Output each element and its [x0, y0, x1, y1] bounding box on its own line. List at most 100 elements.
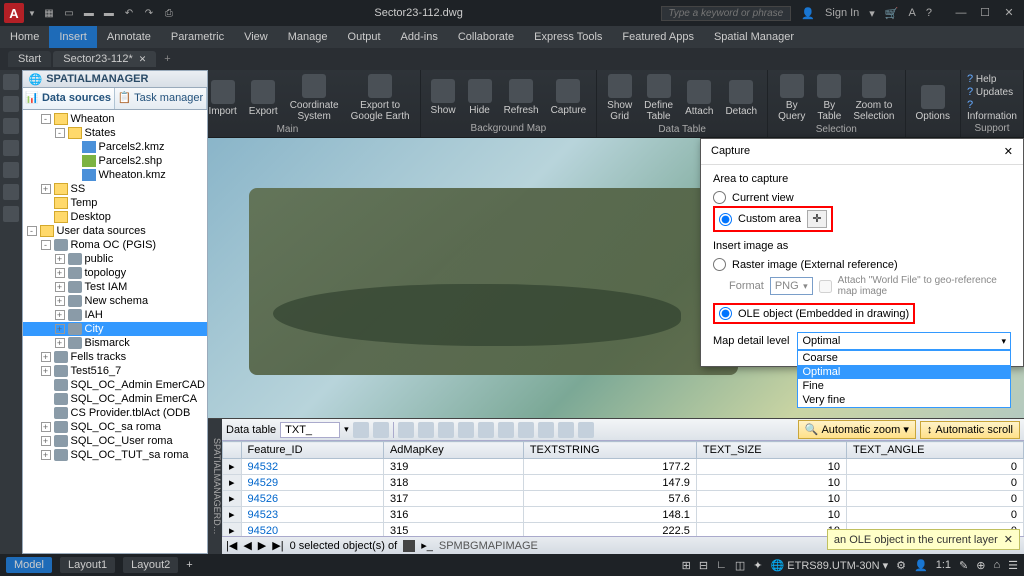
- zoom-icon[interactable]: [478, 422, 494, 438]
- status-crs[interactable]: 🌐 ETRS89.UTM-30N ▾: [771, 559, 889, 572]
- tool-icon[interactable]: [3, 162, 19, 178]
- radio-raster[interactable]: [713, 258, 726, 271]
- tree-item[interactable]: +IAH: [23, 308, 208, 322]
- tree-item[interactable]: +City: [23, 322, 208, 336]
- menu-view[interactable]: View: [234, 26, 278, 48]
- tree-item[interactable]: +Test IAM: [23, 280, 208, 294]
- ribbon-btn-detach[interactable]: Detach: [721, 78, 761, 119]
- menu-add-ins[interactable]: Add-ins: [391, 26, 448, 48]
- plot-icon[interactable]: ⎙: [162, 6, 176, 20]
- select-icon[interactable]: [418, 422, 434, 438]
- expand-icon[interactable]: -: [55, 128, 65, 138]
- col-header[interactable]: TEXT_ANGLE: [846, 442, 1023, 459]
- signin-icon[interactable]: 👤: [801, 7, 815, 20]
- help-link-help[interactable]: ? Help: [967, 73, 1017, 85]
- first-icon[interactable]: |◀: [226, 539, 237, 552]
- data-source-tree[interactable]: -Wheaton-StatesParcels2.kmzParcels2.shpW…: [22, 110, 209, 554]
- expand-icon[interactable]: +: [55, 324, 65, 334]
- expand-icon[interactable]: +: [41, 352, 51, 362]
- close-button[interactable]: ✕: [998, 4, 1020, 22]
- undo-icon[interactable]: ↶: [122, 6, 136, 20]
- menu-manage[interactable]: Manage: [278, 26, 338, 48]
- tool-icon[interactable]: [3, 184, 19, 200]
- status-icon[interactable]: ◫: [735, 559, 745, 572]
- ribbon-btn-show[interactable]: Show: [427, 77, 460, 118]
- expand-icon[interactable]: +: [41, 366, 51, 376]
- ribbon-btn-show-grid[interactable]: Show Grid: [603, 72, 636, 124]
- clear-icon[interactable]: [438, 422, 454, 438]
- expand-icon[interactable]: +: [41, 450, 51, 460]
- tab-sector23[interactable]: Sector23-112*✕: [53, 51, 156, 67]
- open-icon[interactable]: ▭: [62, 6, 76, 20]
- tree-item[interactable]: +topology: [23, 266, 208, 280]
- layer-select[interactable]: TXT_: [280, 422, 340, 438]
- help-icon[interactable]: ?: [926, 7, 932, 19]
- col-icon[interactable]: [498, 422, 514, 438]
- drawing-area[interactable]: Capture ✕ Area to capture Current view C…: [208, 138, 1024, 554]
- prev-icon[interactable]: ◀: [243, 539, 251, 552]
- menu-featured-apps[interactable]: Featured Apps: [612, 26, 704, 48]
- expand-icon[interactable]: -: [41, 114, 51, 124]
- radio-current-view[interactable]: [713, 191, 726, 204]
- minimize-button[interactable]: —: [950, 4, 972, 22]
- autodesk-icon[interactable]: A: [909, 7, 916, 19]
- app-menu-arrow[interactable]: ▼: [28, 9, 36, 18]
- auto-scroll-button[interactable]: ↕ Automatic scroll: [920, 421, 1020, 439]
- tree-item[interactable]: Desktop: [23, 210, 208, 224]
- tree-item[interactable]: +SQL_OC_sa roma: [23, 420, 208, 434]
- expand-icon[interactable]: +: [55, 254, 65, 264]
- col-header[interactable]: TEXT_SIZE: [696, 442, 846, 459]
- status-icon[interactable]: 👤: [914, 559, 928, 572]
- ribbon-btn-export-to-google-earth[interactable]: Export to Google Earth: [347, 72, 414, 124]
- table-icon[interactable]: [373, 422, 389, 438]
- add-layout-icon[interactable]: +: [186, 559, 192, 571]
- help-link-updates[interactable]: ? Updates: [967, 86, 1017, 98]
- sync-icon[interactable]: ▾: [869, 7, 875, 20]
- status-icon[interactable]: ☰: [1008, 559, 1018, 572]
- menu-parametric[interactable]: Parametric: [161, 26, 234, 48]
- opts-icon[interactable]: [578, 422, 594, 438]
- status-icon[interactable]: ⌂: [993, 559, 1000, 571]
- maximize-button[interactable]: ☐: [974, 4, 996, 22]
- tree-item[interactable]: Parcels2.kmz: [23, 140, 208, 154]
- expand-icon[interactable]: +: [41, 422, 51, 432]
- expand-icon[interactable]: -: [41, 240, 51, 250]
- tree-item[interactable]: +Bismarck: [23, 336, 208, 350]
- expand-icon[interactable]: +: [55, 268, 65, 278]
- next-icon[interactable]: ▶: [258, 539, 266, 552]
- close-icon[interactable]: ✕: [1004, 533, 1013, 546]
- tree-item[interactable]: +SQL_OC_User roma: [23, 434, 208, 448]
- ribbon-btn-zoom-to-selection[interactable]: Zoom to Selection: [849, 72, 898, 124]
- tree-item[interactable]: Wheaton.kmz: [23, 168, 208, 182]
- menu-spatial-manager[interactable]: Spatial Manager: [704, 26, 804, 48]
- last-icon[interactable]: ▶|: [272, 539, 283, 552]
- tree-item[interactable]: +SQL_OC_TUT_sa roma: [23, 448, 208, 462]
- export-icon[interactable]: [458, 422, 474, 438]
- search-input[interactable]: [661, 6, 791, 21]
- tree-item[interactable]: Parcels2.shp: [23, 154, 208, 168]
- col-header[interactable]: AdMapKey: [383, 442, 523, 459]
- close-tab-icon[interactable]: ✕: [139, 54, 147, 65]
- redo-icon[interactable]: ↷: [142, 6, 156, 20]
- expand-icon[interactable]: +: [55, 296, 65, 306]
- detail-option[interactable]: Very fine: [798, 393, 1010, 407]
- menu-insert[interactable]: Insert: [49, 26, 97, 48]
- cart-icon[interactable]: 🛒: [885, 7, 899, 20]
- tree-item[interactable]: +Test516_7: [23, 364, 208, 378]
- ribbon-btn-export[interactable]: Export: [245, 78, 282, 119]
- status-icon[interactable]: ⚙: [896, 559, 906, 572]
- menu-output[interactable]: Output: [338, 26, 391, 48]
- tool-icon[interactable]: [3, 118, 19, 134]
- add-tab-icon[interactable]: +: [158, 53, 176, 65]
- tree-item[interactable]: CS Provider.tblAct (ODB: [23, 406, 208, 420]
- ribbon-btn-options[interactable]: Options: [912, 83, 954, 124]
- tree-item[interactable]: +public: [23, 252, 208, 266]
- detail-option[interactable]: Coarse: [798, 351, 1010, 365]
- tab-data-sources[interactable]: 📊 Data sources: [23, 88, 115, 109]
- menu-home[interactable]: Home: [0, 26, 49, 48]
- detail-option[interactable]: Optimal: [798, 365, 1010, 379]
- radio-custom-area[interactable]: [719, 213, 732, 226]
- table-row[interactable]: ▸94532319177.2100: [223, 459, 1024, 475]
- tree-item[interactable]: +New schema: [23, 294, 208, 308]
- expand-icon[interactable]: -: [27, 226, 37, 236]
